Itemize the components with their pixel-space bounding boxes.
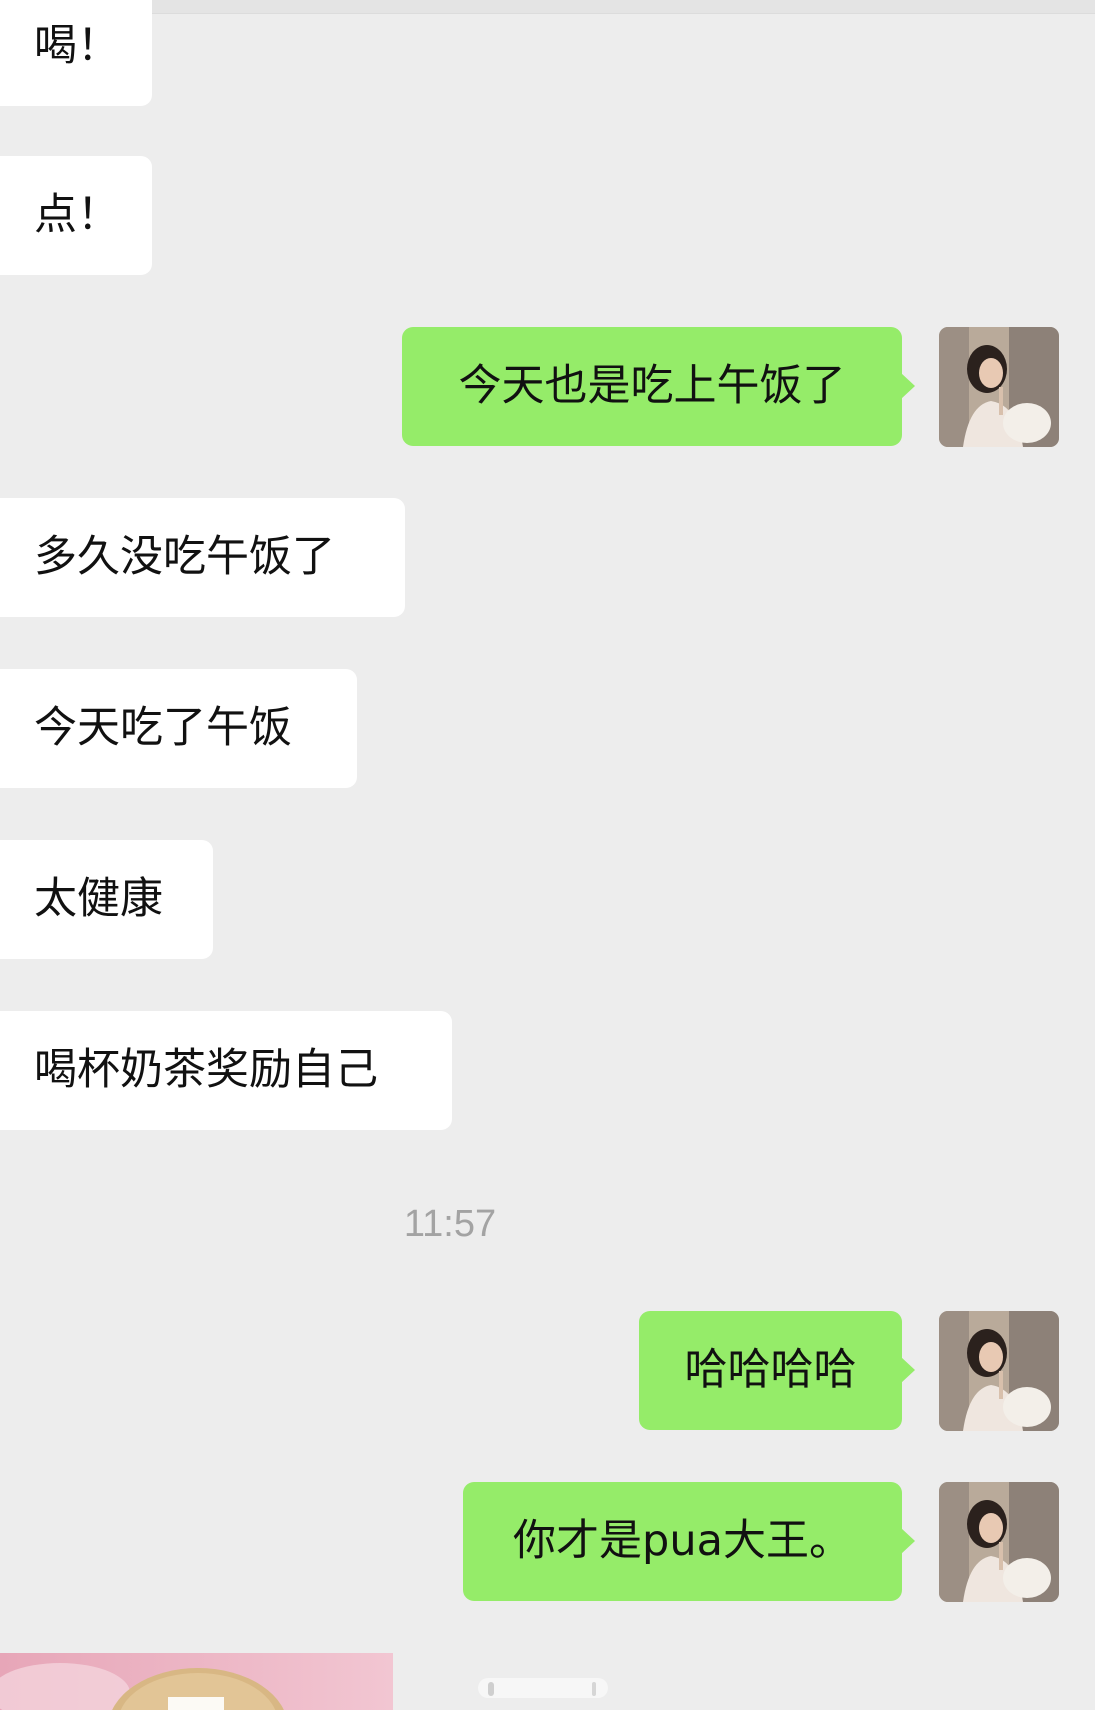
message-text: 太健康 <box>34 874 163 924</box>
drag-handle-icon <box>478 1678 608 1698</box>
outgoing-message-bubble[interactable]: 你才是pua大王。 <box>463 1482 915 1601</box>
scroll-indicator[interactable] <box>478 1676 608 1700</box>
bubble-tail <box>901 1528 915 1554</box>
incoming-message-bubble[interactable]: 喝杯奶茶奖励自己 <box>0 1011 452 1130</box>
message-timestamp: 11:57 <box>403 1203 497 1245</box>
message-text: 今天也是吃上午饭了 <box>458 361 846 411</box>
bubble-tail <box>901 373 915 399</box>
avatar-photo-icon <box>939 327 1059 447</box>
incoming-message-bubble[interactable]: 今天吃了午饭 <box>0 669 357 788</box>
message-text: 多久没吃午饭了 <box>34 532 335 582</box>
message-text: 点！ <box>34 190 120 240</box>
avatar-photo-icon <box>939 1482 1059 1602</box>
message-text: 喝杯奶茶奖励自己 <box>34 1045 378 1095</box>
user-avatar[interactable] <box>939 327 1059 447</box>
message-text: 今天吃了午饭 <box>34 703 292 753</box>
avatar-photo-icon <box>939 1311 1059 1431</box>
incoming-message-bubble[interactable]: 点！ <box>0 156 152 275</box>
top-edge <box>0 0 1095 14</box>
incoming-message-bubble[interactable]: 太健康 <box>0 840 213 959</box>
message-text: 哈哈哈哈 <box>684 1345 857 1395</box>
bubble-tail <box>901 1357 915 1383</box>
message-text: 你才是pua大王。 <box>513 1516 852 1566</box>
incoming-message-bubble[interactable]: 喝！ <box>0 0 152 106</box>
user-avatar[interactable] <box>939 1482 1059 1602</box>
outgoing-message-bubble[interactable]: 今天也是吃上午饭了 <box>402 327 915 446</box>
outgoing-message-bubble[interactable]: 哈哈哈哈 <box>639 1311 915 1430</box>
image-thumbnail-icon <box>0 1653 393 1710</box>
user-avatar[interactable] <box>939 1311 1059 1431</box>
incoming-message-bubble[interactable]: 多久没吃午饭了 <box>0 498 405 617</box>
message-text: 喝！ <box>34 21 120 71</box>
image-message-thumbnail[interactable] <box>0 1653 393 1710</box>
